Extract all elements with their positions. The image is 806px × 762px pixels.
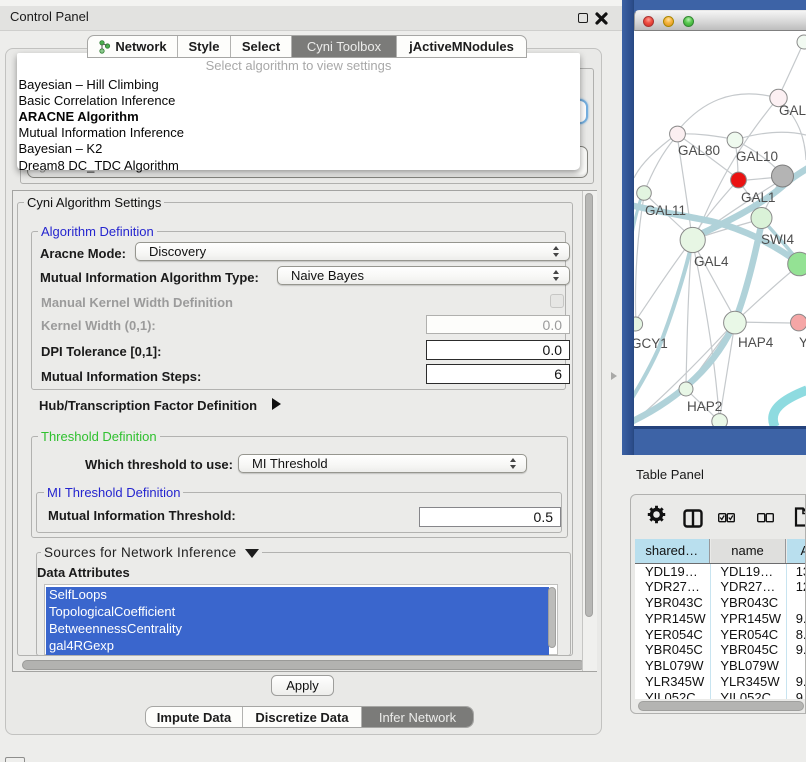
svg-text:GAL10: GAL10 <box>736 149 778 164</box>
svg-text:YM: YM <box>799 335 806 350</box>
svg-text:GAL1: GAL1 <box>741 190 776 205</box>
svg-text:SWI4: SWI4 <box>761 232 794 247</box>
svg-text:GAL7: GAL7 <box>779 103 806 118</box>
svg-text:GCY1: GCY1 <box>634 336 668 351</box>
svg-text:GAL80: GAL80 <box>678 143 720 158</box>
svg-text:GAL11: GAL11 <box>645 203 686 218</box>
svg-text:HAP2: HAP2 <box>687 399 722 414</box>
svg-text:GAL4: GAL4 <box>694 254 729 269</box>
svg-text:HAP4: HAP4 <box>738 335 774 350</box>
